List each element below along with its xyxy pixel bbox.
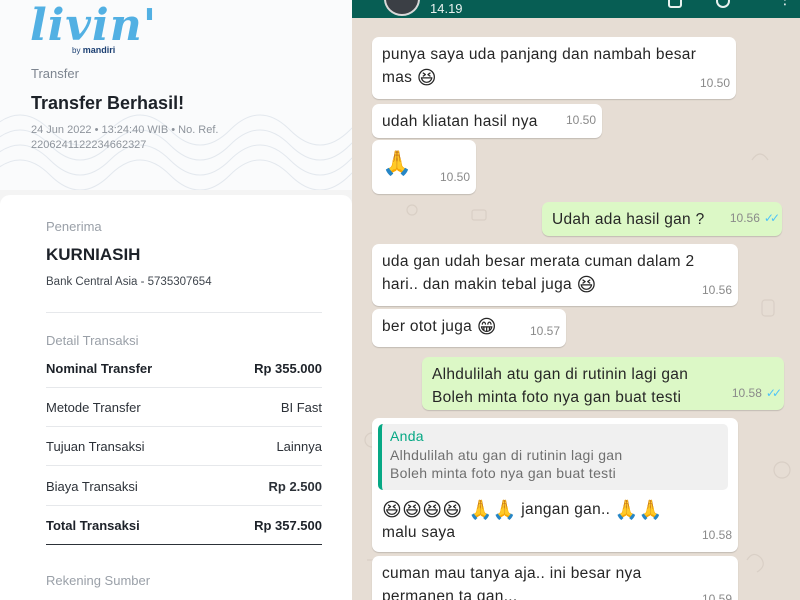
row-tujuan-transaksi: Tujuan Transaksi Lainnya: [46, 427, 322, 466]
quoted-text: Alhdulilah atu gan di rutinin lagi gan: [390, 447, 623, 463]
message-text: hari.. dan makin tebal juga: [382, 276, 572, 293]
message-incoming[interactable]: udah kliatan hasil nya 10.50: [372, 104, 602, 138]
message-incoming[interactable]: ber otot juga 😁 10.57: [372, 309, 566, 347]
message-text: cuman mau tanya aja.. ini besar nya: [382, 565, 642, 582]
row-biaya-transaksi: Biaya Transaksi Rp 2.500: [46, 467, 322, 506]
message-text: uda gan udah besar merata cuman dalam 2: [382, 253, 695, 270]
message-text: malu saya: [382, 524, 456, 541]
reference-number: 2206241122234662327: [31, 139, 147, 151]
message-incoming[interactable]: punya saya uda panjang dan nambah besar …: [372, 37, 736, 99]
contact-avatar[interactable]: [384, 0, 420, 16]
recipient-name: KURNIASIH: [46, 245, 141, 264]
message-text: jangan gan..: [521, 501, 611, 518]
read-receipt-icon: ✓✓: [765, 386, 782, 400]
row-label: Total Transaksi: [46, 517, 140, 533]
emoji-sequence-icon: 😆😆😆😆 🙏🙏: [382, 499, 517, 521]
receipt-card: Penerima KURNIASIH Bank Central Asia - 5…: [0, 195, 352, 600]
chat-header: 14.19 ⋮: [352, 0, 800, 18]
laughing-emoji-icon: 😆: [576, 274, 597, 296]
message-text: udah kliatan hasil nya: [382, 113, 538, 130]
breadcrumb: Transfer: [31, 66, 79, 81]
read-receipt-icon: ✓✓: [763, 211, 780, 225]
transfer-receipt-panel: livin' by mandiri Transfer Transfer Berh…: [0, 0, 352, 600]
message-text: Alhdulilah atu gan di rutinin lagi gan: [432, 366, 689, 383]
row-value: BI Fast: [280, 399, 322, 415]
laughing-emoji-icon: 😆: [416, 67, 437, 89]
message-time: 10.56: [729, 211, 760, 225]
row-value: Rp 2.500: [268, 478, 322, 494]
message-text: permanen ta gan...: [382, 588, 518, 600]
logo-wordmark: livin': [30, 0, 158, 51]
message-incoming-reply[interactable]: Anda Alhdulilah atu gan di rutinin lagi …: [372, 418, 738, 552]
message-incoming[interactable]: 🙏 10.50: [372, 140, 476, 194]
message-time: 10.57: [529, 324, 560, 338]
message-time: 10.50: [699, 76, 730, 90]
livin-logo: livin' by mandiri: [30, 0, 158, 56]
receipt-header: livin' by mandiri Transfer Transfer Berh…: [0, 0, 352, 190]
message-text: Boleh minta foto nya gan buat testi: [432, 389, 682, 406]
row-label: Nominal Transfer: [46, 360, 153, 376]
praying-hands-emoji-icon: 🙏: [382, 149, 413, 177]
praying-hands-emoji-icon: 🙏🙏: [614, 499, 663, 521]
message-time: 10.58: [731, 386, 762, 400]
quoted-author: Anda: [390, 428, 424, 444]
row-label: Metode Transfer: [46, 399, 141, 415]
message-text: punya saya uda panjang dan nambah besar: [382, 46, 697, 63]
message-time: 10.58: [701, 528, 732, 542]
message-time: 10.59: [701, 592, 732, 600]
message-time: 10.50: [439, 170, 470, 184]
row-label: Tujuan Transaksi: [46, 438, 145, 454]
message-time: 10.56: [701, 283, 732, 297]
transaction-datetime: 24 Jun 2022 • 13:24:40 WIB • No. Ref.: [31, 124, 219, 136]
message-outgoing[interactable]: Alhdulilah atu gan di rutinin lagi gan B…: [422, 357, 784, 410]
logo-subtitle: by mandiri: [72, 45, 115, 55]
row-label: Biaya Transaksi: [46, 478, 138, 494]
transaction-meta: 24 Jun 2022 • 13:24:40 WIB • No. Ref. 22…: [31, 123, 331, 153]
quoted-message[interactable]: Anda Alhdulilah atu gan di rutinin lagi …: [378, 424, 728, 490]
row-value: Lainnya: [276, 438, 322, 454]
logo-sub-brand: mandiri: [82, 45, 116, 55]
divider: [46, 312, 322, 313]
row-value: Rp 355.000: [254, 360, 322, 376]
video-call-icon[interactable]: [668, 0, 682, 8]
grinning-emoji-icon: 😁: [476, 316, 497, 338]
row-total-transaksi: Total Transaksi Rp 357.500: [46, 506, 322, 545]
message-outgoing[interactable]: Udah ada hasil gan ? 10.56 ✓✓: [542, 202, 782, 236]
message-text: ber otot juga: [382, 318, 473, 335]
logo-sub-prefix: by: [72, 46, 81, 55]
recipient-label: Penerima: [46, 219, 102, 234]
recipient-bank: Bank Central Asia - 5735307654: [46, 276, 212, 288]
phone-call-icon[interactable]: [716, 0, 730, 8]
message-incoming[interactable]: uda gan udah besar merata cuman dalam 2 …: [372, 244, 738, 306]
source-account-label: Rekening Sumber: [46, 573, 151, 588]
message-text: Udah ada hasil gan ?: [552, 211, 705, 228]
message-time: 10.50: [565, 113, 596, 127]
quoted-text: Boleh minta foto nya gan buat testi: [390, 465, 617, 481]
message-text: mas: [382, 69, 413, 86]
header-status-time: 14.19: [430, 1, 463, 16]
page-title: Transfer Berhasil!: [31, 93, 185, 113]
message-incoming[interactable]: cuman mau tanya aja.. ini besar nya perm…: [372, 556, 738, 600]
row-value: Rp 357.500: [254, 517, 322, 533]
row-metode-transfer: Metode Transfer BI Fast: [46, 388, 322, 427]
whatsapp-chat-panel: 14.19 ⋮ punya saya uda panjang dan namba…: [352, 0, 800, 600]
detail-label: Detail Transaksi: [46, 333, 139, 348]
more-options-icon[interactable]: ⋮: [778, 0, 792, 6]
row-nominal-transfer: Nominal Transfer Rp 355.000: [46, 349, 322, 388]
